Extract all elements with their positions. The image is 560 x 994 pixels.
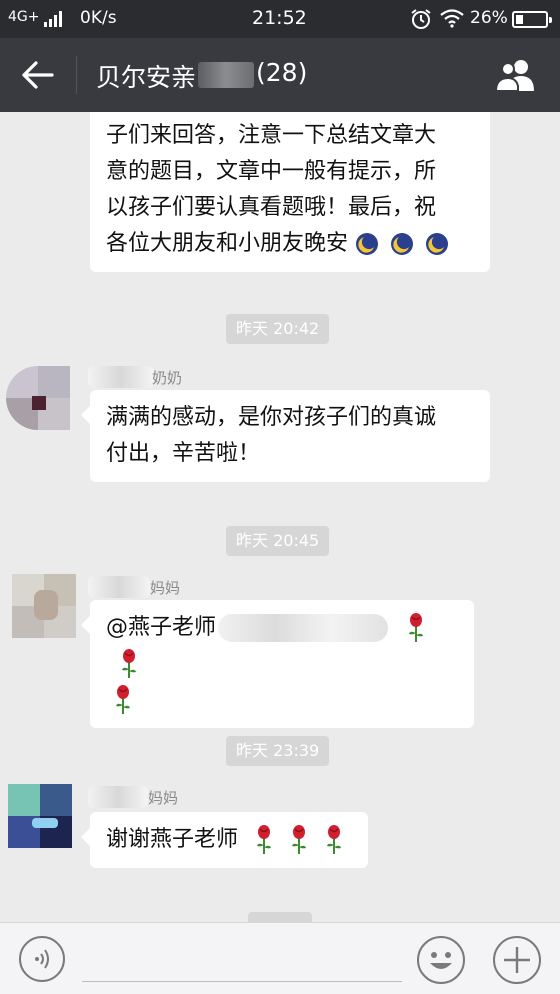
rose-emoji-icon	[292, 825, 307, 854]
moon-emoji-icon	[356, 233, 379, 255]
alarm-icon	[411, 9, 431, 29]
avatar[interactable]	[6, 366, 70, 430]
rose-emoji-icon	[116, 685, 130, 714]
battery-percent: 26%	[470, 8, 508, 28]
redacted-nickname	[88, 366, 154, 388]
rose-emoji-icon	[327, 825, 342, 854]
back-arrow-icon[interactable]	[20, 58, 56, 92]
chat-title: 贝尔安亲	[96, 63, 197, 92]
input-bar	[0, 922, 560, 994]
redacted-nickname	[88, 576, 150, 598]
message-line: 满满的感动，是你对孩子们的真诚	[106, 405, 437, 430]
timestamp: 昨天 20:45	[226, 526, 330, 556]
battery-icon	[512, 11, 552, 28]
group-members-icon[interactable]	[494, 58, 538, 92]
rose-emoji-icon	[257, 825, 272, 854]
network-type: 4G+	[8, 9, 40, 25]
avatar[interactable]	[12, 574, 76, 638]
timestamp-partial	[248, 912, 312, 922]
wifi-icon	[440, 9, 464, 28]
message-text: 谢谢燕子老师	[106, 827, 239, 852]
message-line: 以孩子们要认真看题哦！最后，祝	[106, 195, 437, 220]
emoji-icon[interactable]	[416, 935, 466, 985]
rose-emoji-icon	[122, 649, 136, 678]
message-line: 意的题目，文章中一般有提示，所	[106, 159, 437, 184]
message-text: 各位大朋友和小朋友晚安	[106, 231, 349, 256]
network-speed: 0K/s	[80, 8, 117, 28]
member-count: (28)	[256, 58, 308, 87]
message-line-with-emoji: @燕子老师	[106, 610, 458, 682]
timestamp: 昨天 20:42	[226, 314, 330, 344]
sender-nickname: 妈妈	[150, 579, 181, 597]
voice-input-icon[interactable]	[18, 935, 66, 983]
message-line: 付出，辛苦啦！	[106, 441, 261, 466]
title-bar: 贝尔安亲 (28)	[0, 38, 560, 112]
avatar[interactable]	[8, 784, 72, 848]
redacted-name	[198, 62, 254, 88]
sender-nickname: 奶奶	[152, 369, 183, 387]
message-bubble[interactable]: @燕子老师	[81, 600, 474, 728]
moon-emoji-icon	[391, 233, 414, 255]
redacted-mention	[218, 614, 389, 642]
message-line-with-emoji: 各位大朋友和小朋友晚安	[106, 226, 474, 262]
redacted-nickname	[88, 786, 148, 808]
rose-emoji-icon	[409, 613, 424, 642]
message-line: 子们来回答，注意一下总结文章大	[106, 123, 437, 148]
signal-icon	[44, 11, 66, 27]
message-input[interactable]	[82, 981, 402, 982]
moon-emoji-icon	[426, 233, 449, 255]
title-divider	[76, 56, 77, 94]
message-bubble[interactable]: 子们来回答，注意一下总结文章大 意的题目，文章中一般有提示，所 以孩子们要认真看…	[90, 112, 490, 272]
timestamp: 昨天 23:39	[226, 736, 330, 766]
message-bubble[interactable]: 满满的感动，是你对孩子们的真诚 付出，辛苦啦！	[81, 390, 490, 482]
message-line-emoji	[106, 682, 458, 718]
mention-text: @燕子老师	[106, 615, 217, 640]
message-bubble[interactable]: 谢谢燕子老师	[81, 812, 368, 868]
plus-icon[interactable]	[492, 935, 542, 985]
clock: 21:52	[252, 7, 307, 29]
chat-area[interactable]: 子们来回答，注意一下总结文章大 意的题目，文章中一般有提示，所 以孩子们要认真看…	[0, 112, 560, 922]
sender-nickname: 妈妈	[148, 789, 179, 807]
status-bar: 4G+ 0K/s 21:52 26%	[0, 0, 560, 38]
